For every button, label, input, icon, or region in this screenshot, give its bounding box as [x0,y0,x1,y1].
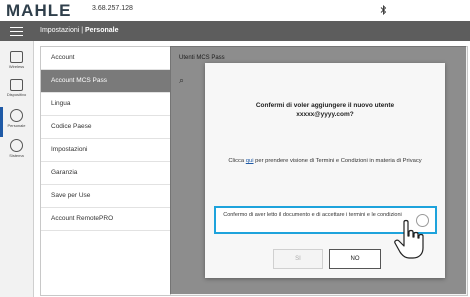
breadcrumb-current: Personale [85,27,119,34]
rail-active-indicator [0,107,3,137]
breadcrumb-prefix: Impostazioni | [40,27,84,34]
dialog-title-line2: xxxxx@yyyy.com? [296,111,354,118]
menu-item-save-per-use[interactable]: Save per Use [41,185,171,208]
header-bar: Impostazioni | Personale [0,21,470,41]
wireless-icon [10,51,23,63]
rail-label: Sistema [9,153,24,158]
terms-confirm-text: Confermo di aver letto il documento e di… [223,212,402,218]
no-button[interactable]: NO [329,249,381,269]
menu-item-codice-paese[interactable]: Codice Paese [41,116,171,139]
rail-item-dispositivo[interactable]: Dispositivo [0,79,33,97]
terms-suffix: per prendere visione di Termini e Condiz… [253,158,422,164]
check-circle-icon [10,139,23,152]
menu-item-account[interactable]: Account [41,47,171,70]
settings-menu: Account Account MCS Pass Lingua Codice P… [40,46,172,296]
terms-prefix: Clicca [228,158,246,164]
menu-icon[interactable] [10,27,23,36]
rail-label: Wireless [8,64,25,69]
yes-button[interactable]: SI [273,249,323,269]
mahle-logo: MAHLE [6,1,72,20]
menu-item-impostazioni[interactable]: Impostazioni [41,139,171,162]
rail-label: Personale [7,123,26,128]
menu-item-account-remotepro[interactable]: Account RemotePRO [41,208,171,231]
rail-item-personale[interactable]: Personale [0,109,33,128]
rail-item-wireless[interactable]: Wireless [0,51,33,69]
top-bar: MAHLE 3.68.257.128 [0,0,470,22]
rail-item-sistema[interactable]: Sistema [0,139,33,158]
rail-label: Dispositivo [6,92,27,97]
menu-item-garanzia[interactable]: Garanzia [41,162,171,185]
version-label: 3.68.257.128 [92,5,133,12]
bluetooth-icon [380,4,387,17]
settings-gear-icon [10,109,23,122]
dialog-title: Confermi di voler aggiungere il nuovo ut… [225,101,425,119]
terms-link[interactable]: qui [246,158,254,164]
menu-item-lingua[interactable]: Lingua [41,93,171,116]
hand-pointer-icon [394,219,424,259]
dialog-terms-text: Clicca qui per prendere visione di Termi… [219,157,431,165]
dialog-title-line1: Confermi di voler aggiungere il nuovo ut… [255,102,395,109]
device-icon [10,79,23,91]
menu-item-account-mcs-pass[interactable]: Account MCS Pass [41,70,171,93]
left-rail: Wireless Dispositivo Personale Sistema [0,41,34,297]
breadcrumb: Impostazioni | Personale [40,27,118,34]
